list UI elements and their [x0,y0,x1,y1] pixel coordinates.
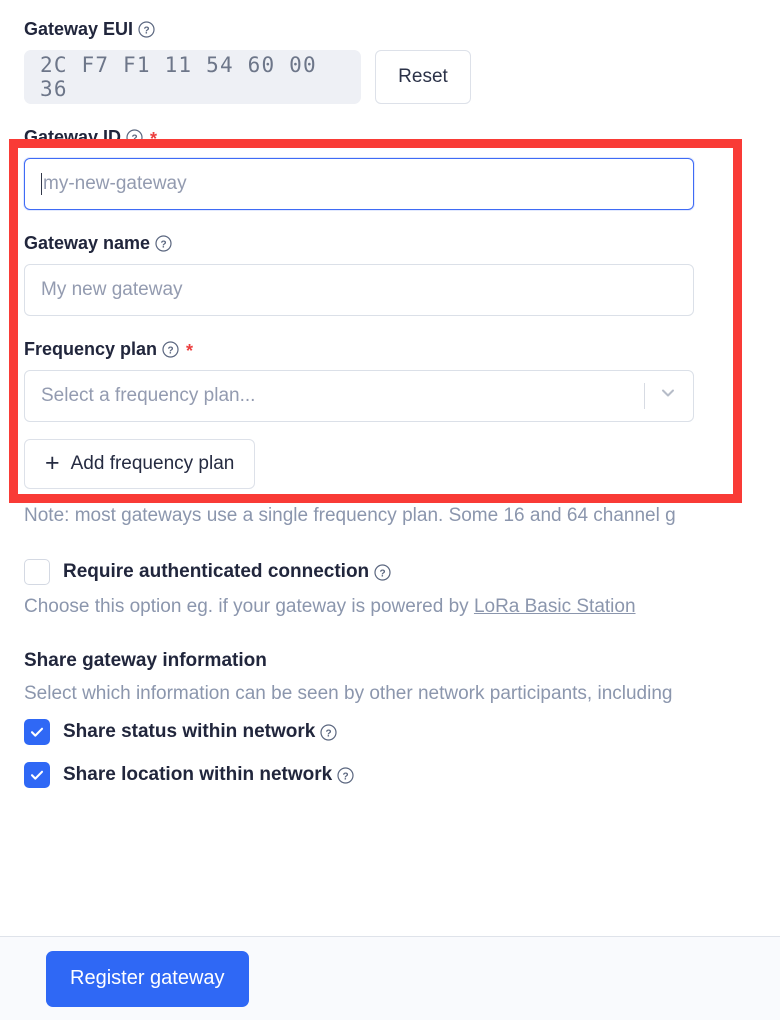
chevron-down-icon[interactable] [659,384,677,408]
share-section-description: Select which information can be seen by … [24,683,673,704]
question-circle-icon[interactable]: ? [374,563,391,581]
gateway-registration-form: Gateway EUI ? 2C F7 F1 11 54 60 00 36 Re… [0,0,780,1020]
gateway-id-label-text: Gateway ID [24,127,122,147]
add-frequency-plan-button[interactable]: + Add frequency plan [24,439,256,489]
svg-text:?: ? [167,345,173,356]
require-auth-checkbox[interactable] [24,559,50,585]
question-circle-icon[interactable]: ? [162,340,179,358]
add-frequency-plan-label: Add frequency plan [70,453,235,474]
svg-text:?: ? [326,728,332,739]
gateway-name-input[interactable]: My new gateway [24,264,694,316]
share-location-label: Share location within network ? [63,764,354,786]
svg-text:?: ? [343,771,349,782]
authenticated-connection-field: Require authenticated connection ? Choos… [24,559,780,618]
gateway-eui-label: Gateway EUI ? [24,18,780,40]
require-auth-row[interactable]: Require authenticated connection ? [24,559,780,585]
gateway-name-label: Gateway name ? [24,232,780,254]
question-circle-icon[interactable]: ? [337,766,354,784]
require-auth-label-text: Require authenticated connection [63,561,370,582]
share-status-row[interactable]: Share status within network ? [24,719,780,745]
form-footer: Register gateway [0,936,780,1020]
frequency-plan-note: Note: most gateways use a single frequen… [24,505,676,526]
question-circle-icon[interactable]: ? [138,20,155,38]
gateway-id-label: Gateway ID ? * [24,126,780,148]
gateway-id-input[interactable]: my-new-gateway [24,158,694,210]
question-circle-icon[interactable]: ? [155,234,172,252]
share-status-label: Share status within network ? [63,721,337,743]
question-circle-icon[interactable]: ? [126,128,143,146]
require-auth-description: Choose this option eg. if your gateway i… [24,596,780,618]
check-icon [30,770,44,780]
gateway-eui-label-text: Gateway EUI [24,19,134,39]
register-gateway-button[interactable]: Register gateway [46,950,249,1007]
frequency-plan-select[interactable]: Select a frequency plan... [24,370,694,422]
select-controls [644,371,693,421]
required-marker: * [186,341,194,361]
gateway-name-placeholder: My new gateway [41,279,183,300]
share-gateway-section: Share gateway information Select which i… [24,650,780,788]
frequency-plan-field: Frequency plan ? * Select a frequency pl… [24,338,780,527]
select-divider [644,383,645,409]
require-auth-description-text: Choose this option eg. if your gateway i… [24,596,474,617]
gateway-name-field: Gateway name ? My new gateway [24,232,780,316]
gateway-eui-value[interactable]: 2C F7 F1 11 54 60 00 36 [24,50,361,104]
require-auth-label: Require authenticated connection ? [63,561,391,583]
required-marker: * [150,129,158,149]
reset-button[interactable]: Reset [375,50,471,104]
share-section-title: Share gateway information [24,650,267,671]
frequency-plan-label-text: Frequency plan [24,339,158,359]
gateway-id-field: Gateway ID ? * my-new-gateway [24,126,780,210]
form-content: Gateway EUI ? 2C F7 F1 11 54 60 00 36 Re… [0,0,780,788]
lora-basic-station-link[interactable]: LoRa Basic Station [474,596,636,617]
frequency-plan-label: Frequency plan ? * [24,338,780,360]
question-circle-icon[interactable]: ? [320,723,337,741]
gateway-name-label-text: Gateway name [24,233,151,253]
share-status-checkbox[interactable] [24,719,50,745]
frequency-plan-selected-value: Select a frequency plan... [41,385,256,406]
check-icon [30,727,44,737]
share-location-checkbox[interactable] [24,762,50,788]
text-caret [41,173,42,195]
svg-text:?: ? [143,25,149,36]
gateway-eui-field: Gateway EUI ? 2C F7 F1 11 54 60 00 36 Re… [24,18,780,104]
svg-text:?: ? [380,568,386,579]
plus-icon: + [45,448,60,477]
svg-text:?: ? [131,133,137,144]
gateway-eui-row: 2C F7 F1 11 54 60 00 36 Reset [24,50,780,104]
share-location-row[interactable]: Share location within network ? [24,762,780,788]
svg-text:?: ? [161,239,167,250]
share-status-label-text: Share status within network [63,721,316,742]
share-location-label-text: Share location within network [63,764,333,785]
gateway-id-placeholder: my-new-gateway [43,173,187,194]
